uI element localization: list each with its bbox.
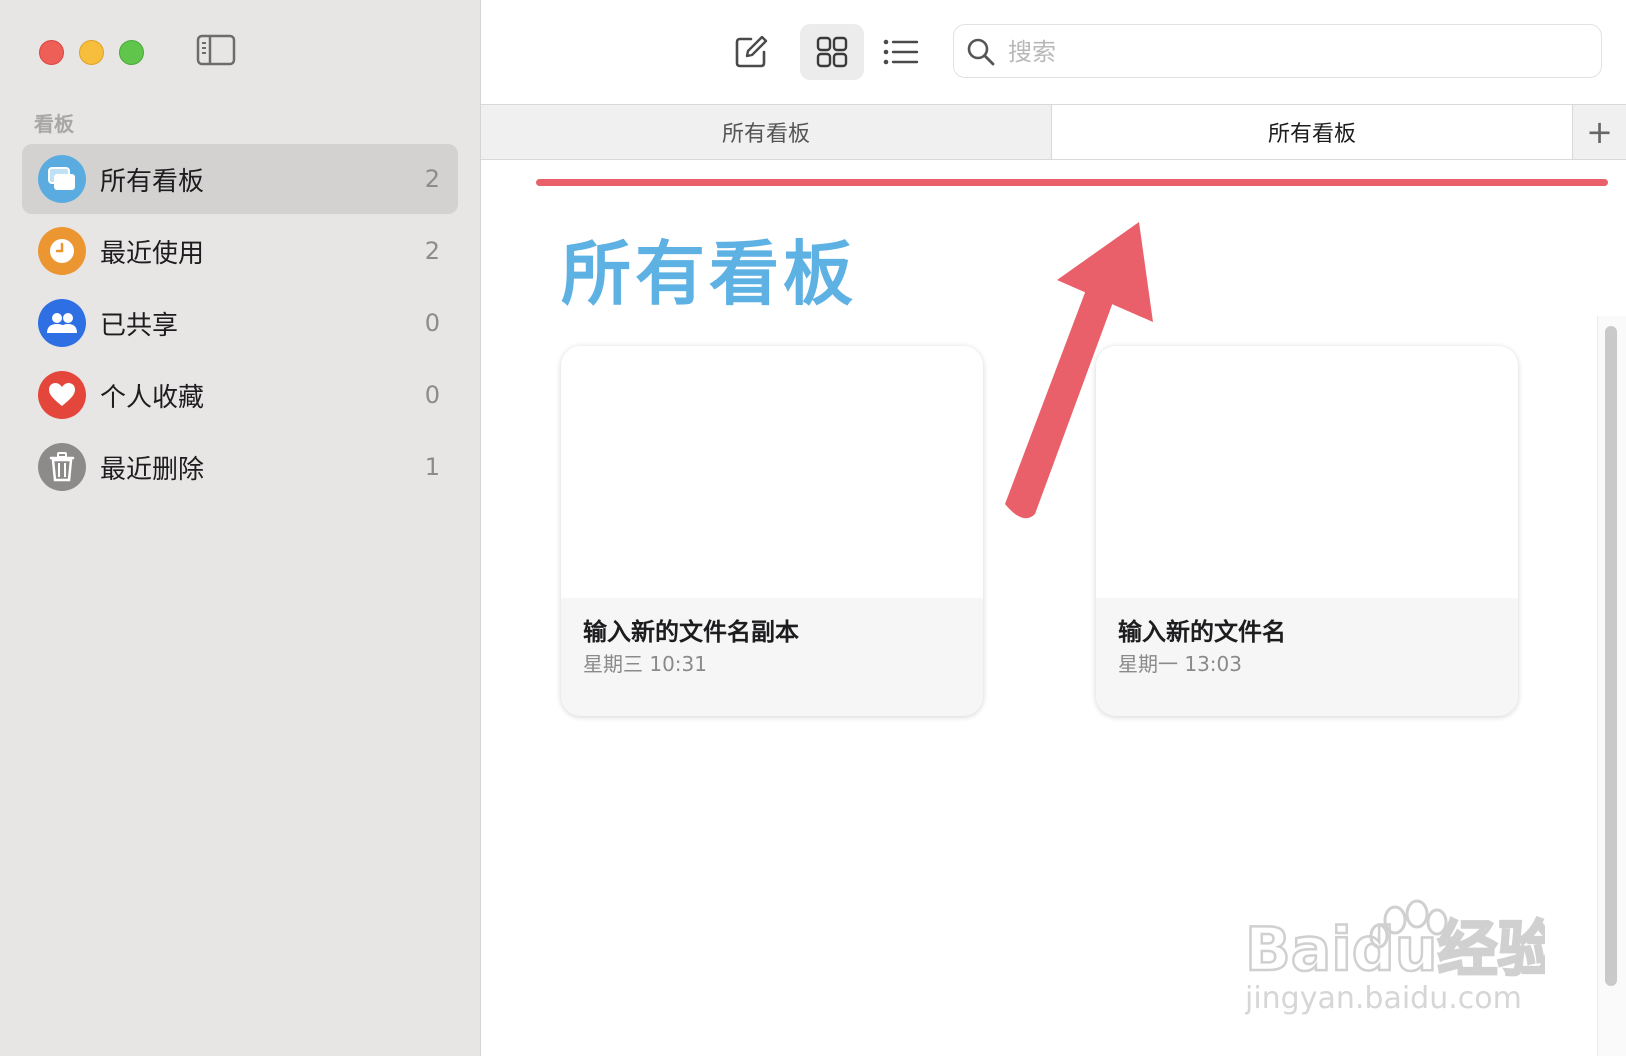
tab-all-boards-2[interactable]: 所有看板 xyxy=(1052,105,1572,159)
sidebar-item-count: 0 xyxy=(424,381,440,409)
sidebar-item-count: 2 xyxy=(424,237,440,265)
vertical-scrollbar[interactable] xyxy=(1605,326,1617,986)
list-icon xyxy=(883,39,919,65)
board-card[interactable]: 输入新的文件名 星期一 13:03 xyxy=(1096,346,1518,716)
search-input[interactable] xyxy=(1006,32,1570,72)
sidebar-item-favorites[interactable]: 个人收藏 0 xyxy=(22,360,458,430)
search-field[interactable] xyxy=(953,24,1602,78)
sidebar-item-count: 2 xyxy=(424,165,440,193)
close-window-button[interactable] xyxy=(39,40,64,65)
board-card[interactable]: 输入新的文件名副本 星期三 10:31 xyxy=(561,346,983,716)
sidebar-nav: 所有看板 2 最近使用 2 已共享 0 个人收藏 0 最近删除 1 xyxy=(22,144,458,504)
sidebar: 看板 所有看板 2 最近使用 2 已共享 0 个人收藏 0 最近删除 1 xyxy=(0,0,481,1056)
trash-icon xyxy=(38,443,86,491)
grid-view-button[interactable] xyxy=(800,24,864,80)
window-controls xyxy=(39,40,144,65)
board-date: 星期三 10:31 xyxy=(583,652,707,676)
compose-icon xyxy=(735,35,768,68)
zoom-window-button[interactable] xyxy=(119,40,144,65)
board-thumbnail xyxy=(1096,346,1518,598)
page-title: 所有看板 xyxy=(561,233,857,315)
sidebar-item-count: 0 xyxy=(424,309,440,337)
sidebar-toggle-icon xyxy=(196,34,236,66)
sidebar-item-label: 已共享 xyxy=(100,310,179,341)
list-view-button[interactable] xyxy=(869,24,933,80)
people-icon xyxy=(38,299,86,347)
watermark-brand-text: Baidu经验 xyxy=(1245,915,1545,985)
baidu-watermark-logo: Baidu经验 jingyan.baidu.com xyxy=(1245,899,1545,1016)
sidebar-item-recent[interactable]: 最近使用 2 xyxy=(22,216,458,286)
board-thumbnail xyxy=(561,346,983,598)
sidebar-item-label: 最近使用 xyxy=(100,238,205,269)
add-tab-button[interactable]: + xyxy=(1572,105,1626,159)
boards-icon xyxy=(38,155,86,203)
sidebar-item-label: 个人收藏 xyxy=(100,382,205,413)
clock-icon xyxy=(38,227,86,275)
sidebar-item-label: 最近删除 xyxy=(100,454,205,485)
sidebar-item-recently-deleted[interactable]: 最近删除 1 xyxy=(22,432,458,502)
minimize-window-button[interactable] xyxy=(79,40,104,65)
board-title: 输入新的文件名副本 xyxy=(583,618,799,646)
sidebar-item-all-boards[interactable]: 所有看板 2 xyxy=(22,144,458,214)
new-board-button[interactable] xyxy=(719,24,783,80)
annotation-underline xyxy=(536,179,1608,186)
toolbar xyxy=(481,0,1626,104)
sidebar-toggle-button[interactable] xyxy=(196,34,236,66)
board-card-footer: 输入新的文件名 星期一 13:03 xyxy=(1096,598,1518,716)
search-icon xyxy=(967,38,995,66)
board-date: 星期一 13:03 xyxy=(1118,652,1242,676)
board-title: 输入新的文件名 xyxy=(1118,618,1286,646)
sidebar-item-label: 所有看板 xyxy=(100,166,205,197)
tab-bar: 所有看板 所有看板 + xyxy=(481,104,1626,160)
grid-icon xyxy=(816,36,848,68)
board-card-footer: 输入新的文件名副本 星期三 10:31 xyxy=(561,598,983,716)
sidebar-item-count: 1 xyxy=(424,453,440,481)
watermark-url-text: jingyan.baidu.com xyxy=(1245,981,1522,1016)
sidebar-section-label: 看板 xyxy=(34,112,74,136)
heart-icon xyxy=(38,371,86,419)
tab-all-boards-1[interactable]: 所有看板 xyxy=(481,105,1052,159)
sidebar-item-shared[interactable]: 已共享 0 xyxy=(22,288,458,358)
